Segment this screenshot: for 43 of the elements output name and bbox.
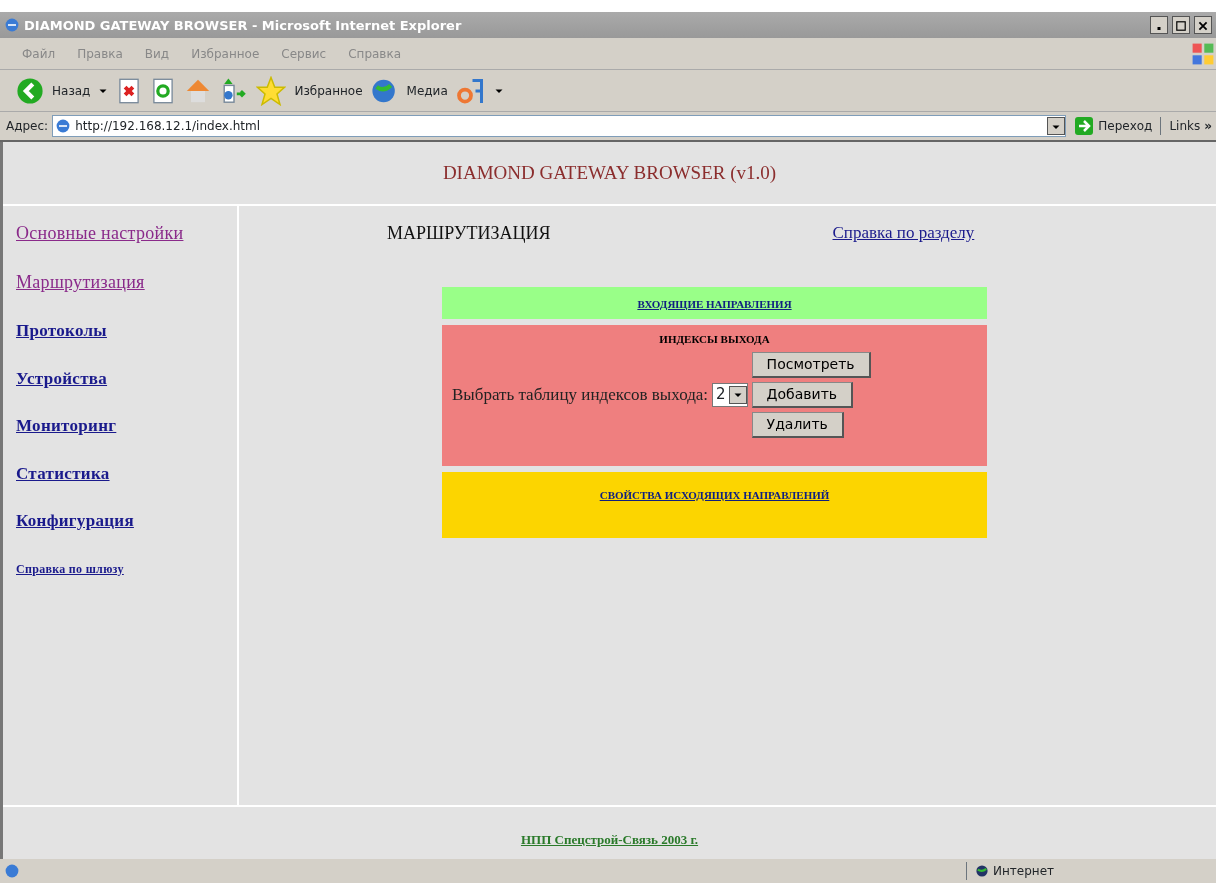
- dropdown-button[interactable]: [1047, 117, 1066, 135]
- index-select[interactable]: 2: [712, 382, 748, 407]
- go-button[interactable]: Переход: [1070, 116, 1157, 136]
- form-button[interactable]: Удалить: [751, 411, 844, 438]
- panel-link[interactable]: СВОЙСТВА ИСХОДЯЩИХ НАПРАВЛЕНИЙ: [599, 488, 830, 501]
- section-title: МАРШРУТИЗАЦИЯ: [387, 222, 551, 245]
- media-button[interactable]: Медиа: [406, 81, 448, 100]
- window-title: DIAMOND GATEWAY BROWSER - Microsoft Internet Explorer: [24, 17, 463, 33]
- select-label: Выбрать таблицу индексов выхода:: [452, 383, 709, 406]
- star-icon[interactable]: [256, 75, 287, 106]
- maximize-icon: [1175, 19, 1187, 32]
- sidebar-link[interactable]: Мониторинг: [16, 416, 117, 435]
- close-icon: [1197, 19, 1209, 32]
- sidebar-link[interactable]: Маршрутизация: [16, 272, 145, 292]
- back-icon[interactable]: [16, 76, 44, 105]
- minimize-icon: [1155, 27, 1163, 30]
- form-button[interactable]: Добавить: [751, 381, 854, 408]
- sidebar-link[interactable]: Устройства: [16, 368, 108, 388]
- links-button[interactable]: Links: [1160, 117, 1201, 135]
- panel-link[interactable]: ВХОДЯЩИЕ НАПРАВЛЕНИЯ: [637, 298, 792, 310]
- sidebar-link[interactable]: Протоколы: [16, 321, 107, 340]
- back-button[interactable]: Назад: [52, 81, 91, 100]
- address-field[interactable]: http://192.168.12.1/index.html: [52, 115, 1067, 137]
- minimize-button[interactable]: [1150, 16, 1168, 34]
- footer-link[interactable]: НПП Спецстрой-Связь 2003 г.: [520, 830, 699, 850]
- sidebar-link[interactable]: Конфигурация: [16, 511, 134, 530]
- maximize-button[interactable]: [1172, 16, 1190, 34]
- page-header: DIAMOND GATEWAY BROWSER (v1.0): [442, 160, 777, 185]
- favorites-button[interactable]: Избранное: [294, 81, 363, 100]
- close-button[interactable]: [1194, 16, 1212, 34]
- address-label: Адрес:: [6, 118, 49, 135]
- sidebar-link[interactable]: Основные настройки: [16, 223, 184, 243]
- help-link[interactable]: Справка по разделу: [832, 220, 975, 247]
- panel-heading: ИНДЕКСЫ ВЫХОДА: [658, 332, 771, 347]
- ie-page-icon: [55, 118, 72, 134]
- sidebar-link[interactable]: Справка по шлюзу: [16, 561, 124, 576]
- more-button[interactable]: »: [1204, 117, 1216, 135]
- globe-icon: [975, 864, 989, 878]
- ie-icon: [4, 17, 20, 33]
- page-icon: [4, 863, 20, 879]
- status-zone: Интернет: [993, 863, 1055, 880]
- sidebar-link[interactable]: Статистика: [16, 463, 110, 483]
- form-button[interactable]: Посмотреть: [751, 351, 871, 378]
